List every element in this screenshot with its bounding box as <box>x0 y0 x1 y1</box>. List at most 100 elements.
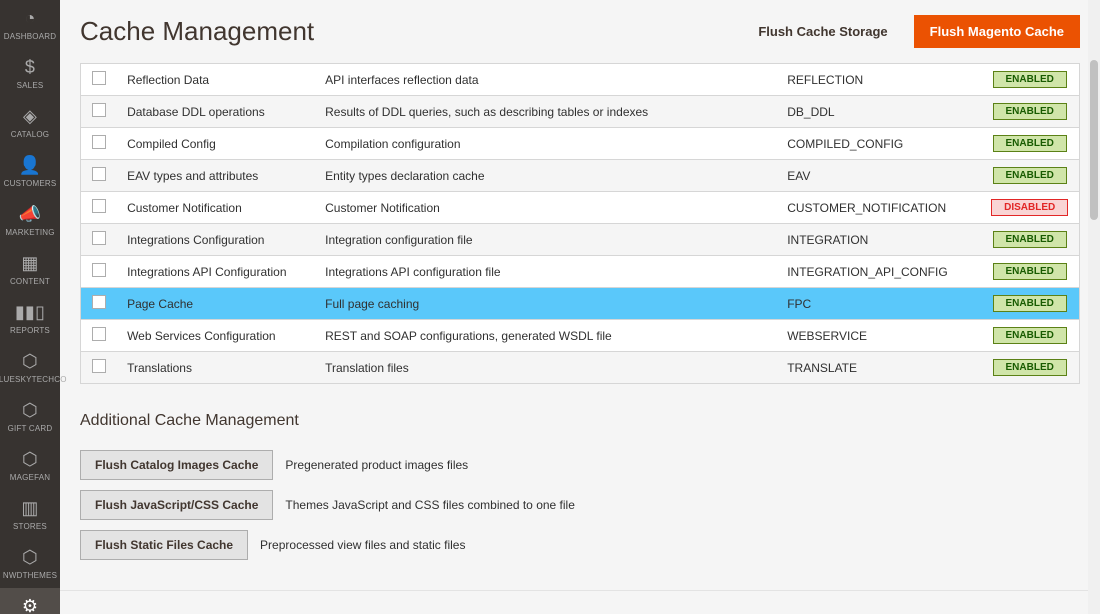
description-cell: Results of DDL queries, such as describi… <box>315 96 777 128</box>
status-badge: ENABLED <box>993 359 1067 376</box>
row-checkbox[interactable] <box>92 199 106 213</box>
sidebar-label: Reports <box>10 326 50 335</box>
sidebar-item-stores[interactable]: ▥ Stores <box>0 490 60 539</box>
page-header: Cache Management Flush Cache Storage Flu… <box>60 0 1100 63</box>
table-row: TranslationsTranslation filesTRANSLATEEN… <box>81 352 1080 384</box>
tag-cell: DB_DDL <box>777 96 980 128</box>
row-checkbox[interactable] <box>92 71 106 85</box>
customers-icon: 👤 <box>19 155 42 176</box>
description-cell: Compilation configuration <box>315 128 777 160</box>
description-cell: Integrations API configuration file <box>315 256 777 288</box>
row-checkbox[interactable] <box>92 263 106 277</box>
sidebar-label: Gift Card <box>8 424 53 433</box>
table-row: Integrations API ConfigurationIntegratio… <box>81 256 1080 288</box>
sidebar-item-magefan[interactable]: ⬡ Magefan <box>0 441 60 490</box>
status-badge: DISABLED <box>991 199 1068 216</box>
tag-cell: TRANSLATE <box>777 352 980 384</box>
sidebar-item-catalog[interactable]: ◈ Catalog <box>0 98 60 147</box>
tag-cell: WEBSERVICE <box>777 320 980 352</box>
sidebar-item-marketing[interactable]: 📣 Marketing <box>0 196 60 245</box>
checkbox-cell <box>81 192 118 224</box>
tag-cell: FPC <box>777 288 980 320</box>
description-cell: Integration configuration file <box>315 224 777 256</box>
description-cell: Full page caching <box>315 288 777 320</box>
tag-cell: INTEGRATION <box>777 224 980 256</box>
reports-icon: ▮▮▯ <box>15 302 45 323</box>
row-checkbox[interactable] <box>92 359 106 373</box>
hexagon-icon: ⬡ <box>22 351 38 372</box>
row-checkbox[interactable] <box>92 103 106 117</box>
checkbox-cell <box>81 352 118 384</box>
table-row: Integrations ConfigurationIntegration co… <box>81 224 1080 256</box>
status-cell: ENABLED <box>980 96 1079 128</box>
sidebar: ◔ Dashboard $ Sales ◈ Catalog 👤 Customer… <box>0 0 60 614</box>
sidebar-item-system[interactable]: ⚙ System <box>0 588 60 614</box>
status-badge: ENABLED <box>993 71 1067 88</box>
table-row: Compiled ConfigCompilation configuration… <box>81 128 1080 160</box>
flush-cache-storage-button[interactable]: Flush Cache Storage <box>742 15 903 48</box>
sidebar-label: Content <box>10 277 50 286</box>
sales-icon: $ <box>25 57 35 78</box>
cache-type-cell: Compiled Config <box>117 128 315 160</box>
sidebar-item-nwdthemes[interactable]: ⬡ NWDThemes <box>0 539 60 588</box>
stores-icon: ▥ <box>21 498 38 519</box>
scrollbar-thumb[interactable] <box>1090 60 1098 220</box>
checkbox-cell <box>81 64 118 96</box>
row-checkbox[interactable] <box>92 231 106 245</box>
marketing-icon: 📣 <box>19 204 42 225</box>
sidebar-item-dashboard[interactable]: ◔ Dashboard <box>0 0 60 49</box>
tag-cell: EAV <box>777 160 980 192</box>
status-cell: ENABLED <box>980 128 1079 160</box>
page-title: Cache Management <box>80 16 314 47</box>
row-checkbox[interactable] <box>92 327 106 341</box>
action-desc: Themes JavaScript and CSS files combined… <box>285 498 574 512</box>
status-cell: DISABLED <box>980 192 1079 224</box>
checkbox-cell <box>81 128 118 160</box>
status-badge: ENABLED <box>993 103 1067 120</box>
additional-section-title: Additional Cache Management <box>80 412 1080 430</box>
sidebar-item-reports[interactable]: ▮▮▯ Reports <box>0 294 60 343</box>
main-content: Cache Management Flush Cache Storage Flu… <box>60 0 1100 614</box>
flush-catalog-images-button[interactable]: Flush Catalog Images Cache <box>80 450 273 480</box>
status-cell: ENABLED <box>980 288 1079 320</box>
flush-magento-cache-button[interactable]: Flush Magento Cache <box>914 15 1080 48</box>
flush-static-files-button[interactable]: Flush Static Files Cache <box>80 530 248 560</box>
row-checkbox[interactable] <box>92 135 106 149</box>
description-cell: Customer Notification <box>315 192 777 224</box>
sidebar-label: Marketing <box>5 228 54 237</box>
table-row: Reflection DataAPI interfaces reflection… <box>81 64 1080 96</box>
cache-type-cell: Customer Notification <box>117 192 315 224</box>
cache-type-cell: Integrations API Configuration <box>117 256 315 288</box>
scrollbar-track[interactable] <box>1088 0 1100 614</box>
sidebar-label: Catalog <box>11 130 49 139</box>
sidebar-item-giftcard[interactable]: ⬡ Gift Card <box>0 392 60 441</box>
tag-cell: INTEGRATION_API_CONFIG <box>777 256 980 288</box>
checkbox-cell <box>81 160 118 192</box>
status-cell: ENABLED <box>980 352 1079 384</box>
cache-type-cell: Web Services Configuration <box>117 320 315 352</box>
cache-table: Reflection DataAPI interfaces reflection… <box>80 63 1080 384</box>
sidebar-item-customers[interactable]: 👤 Customers <box>0 147 60 196</box>
sidebar-label: Dashboard <box>4 32 56 41</box>
sidebar-item-blueskytechco[interactable]: ⬡ BlueSkyTechCo <box>0 343 60 392</box>
row-checkbox[interactable] <box>92 295 106 309</box>
header-actions: Flush Cache Storage Flush Magento Cache <box>742 15 1080 48</box>
sidebar-item-sales[interactable]: $ Sales <box>0 49 60 98</box>
sidebar-item-content[interactable]: ▦ Content <box>0 245 60 294</box>
action-desc: Pregenerated product images files <box>285 458 468 472</box>
description-cell: Entity types declaration cache <box>315 160 777 192</box>
flush-js-css-button[interactable]: Flush JavaScript/CSS Cache <box>80 490 273 520</box>
sidebar-label: NWDThemes <box>3 571 57 580</box>
footer: ⬢ Copyright © 2023 Magento Commerce Inc.… <box>60 590 1100 614</box>
status-badge: ENABLED <box>993 167 1067 184</box>
row-checkbox[interactable] <box>92 167 106 181</box>
description-cell: REST and SOAP configurations, generated … <box>315 320 777 352</box>
status-cell: ENABLED <box>980 160 1079 192</box>
description-cell: Translation files <box>315 352 777 384</box>
status-cell: ENABLED <box>980 320 1079 352</box>
status-badge: ENABLED <box>993 327 1067 344</box>
cache-type-cell: Page Cache <box>117 288 315 320</box>
checkbox-cell <box>81 256 118 288</box>
table-row: Page CacheFull page cachingFPCENABLED <box>81 288 1080 320</box>
action-row: Flush Catalog Images Cache Pregenerated … <box>80 450 1080 480</box>
